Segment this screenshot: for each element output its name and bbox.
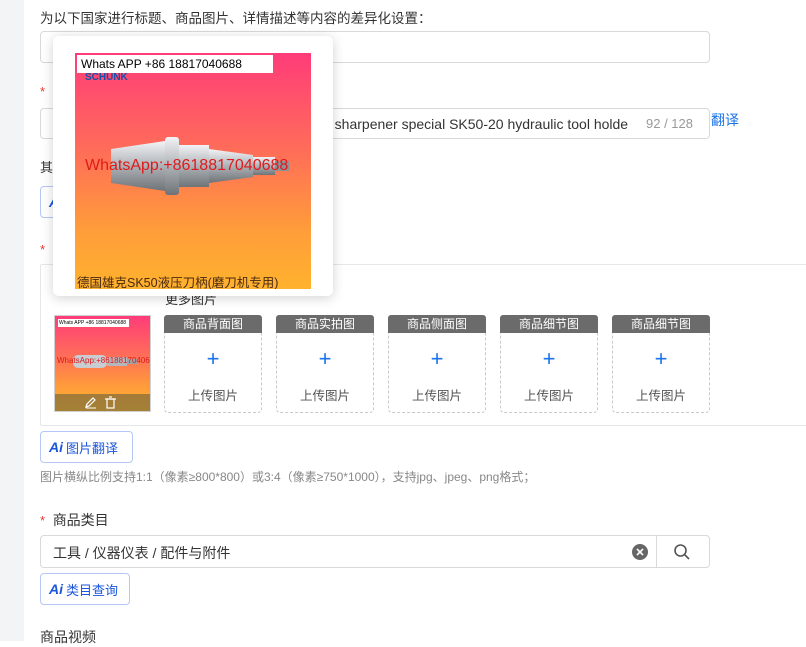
preview-caption: 德国雄克SK50液压刀柄(磨刀机专用) [77, 276, 279, 289]
clear-icon[interactable] [632, 544, 648, 560]
required-mark-images: * [40, 242, 46, 257]
plus-icon: + [430, 346, 444, 371]
required-mark-category: * [40, 513, 46, 528]
thumb-watermark: WhatsApp:+8618817040688 [57, 356, 151, 365]
preview-contact-banner: Whats APP +86 18817040688 [77, 55, 273, 73]
search-button[interactable] [656, 535, 710, 568]
slot-upload-label: 上传图片 [299, 389, 350, 403]
edit-icon[interactable] [84, 396, 98, 409]
upload-slot-detail-2[interactable]: 商品细节图 + 上传图片 [612, 315, 710, 413]
slot-caption: 商品背面图 [164, 315, 262, 333]
slot-caption: 商品细节图 [612, 315, 710, 333]
image-preview-popup: Whats APP +86 18817040688 SCHUNK WhatsAp… [53, 36, 333, 296]
translate-link[interactable]: 翻译 [711, 110, 739, 130]
thumb-action-bar [55, 394, 150, 411]
schunk-logo: SCHUNK [85, 72, 128, 83]
plus-icon: + [654, 346, 668, 371]
title-char-counter: 92 / 128 [646, 116, 693, 131]
image-format-hint: 图片横纵比例支持1:1（像素≥800*800）或3:4（像素≥750*1000）… [40, 470, 536, 484]
preview-watermark: WhatsApp:+8618817040688 [85, 157, 289, 174]
category-label: 商品类目 [52, 512, 109, 528]
left-gutter [0, 0, 24, 641]
ai-logo-icon: Ai [49, 581, 63, 597]
slot-caption: 商品侧面图 [388, 315, 486, 333]
title-input-value: ife sharpener special SK50-20 hydraulic … [316, 116, 629, 132]
category-lookup-button[interactable]: Ai 类目查询 [40, 573, 130, 605]
upload-slot-back[interactable]: 商品背面图 + 上传图片 [164, 315, 262, 413]
slot-upload-label: 上传图片 [411, 389, 462, 403]
upload-slot-real[interactable]: 商品实拍图 + 上传图片 [276, 315, 374, 413]
upload-slot-detail-1[interactable]: 商品细节图 + 上传图片 [500, 315, 598, 413]
category-lookup-label: 类目查询 [66, 582, 119, 598]
video-label: 商品视频 [40, 629, 96, 645]
required-mark: * [40, 84, 46, 99]
preview-image: Whats APP +86 18817040688 SCHUNK WhatsAp… [75, 53, 311, 289]
ai-logo-icon: Ai [49, 439, 63, 455]
image-translate-button[interactable]: Ai 图片翻译 [40, 431, 133, 463]
thumb-contact-banner: Whats APP +86 18817040688 [58, 319, 129, 327]
category-value: 工具 / 仪器仪表 / 配件与附件 [53, 545, 231, 561]
slot-upload-label: 上传图片 [187, 389, 238, 403]
plus-icon: + [206, 346, 220, 371]
plus-icon: + [318, 346, 332, 371]
slot-upload-label: 上传图片 [523, 389, 574, 403]
slot-upload-label: 上传图片 [635, 389, 686, 403]
delete-icon[interactable] [104, 396, 117, 409]
section-heading: 为以下国家进行标题、商品图片、详情描述等内容的差异化设置： [40, 11, 432, 26]
upload-slot-side[interactable]: 商品侧面图 + 上传图片 [388, 315, 486, 413]
category-label-row: * 商品类目 [40, 510, 109, 530]
other-label: 其 [40, 160, 54, 175]
main-image-thumbnail[interactable]: Whats APP +86 18817040688 WhatsApp:+8618… [54, 315, 151, 412]
slot-caption: 商品细节图 [500, 315, 598, 333]
category-input[interactable]: 工具 / 仪器仪表 / 配件与附件 [40, 535, 710, 568]
slot-caption: 商品实拍图 [276, 315, 374, 333]
image-translate-label: 图片翻译 [66, 440, 119, 456]
search-icon [674, 544, 690, 560]
plus-icon: + [542, 346, 556, 371]
